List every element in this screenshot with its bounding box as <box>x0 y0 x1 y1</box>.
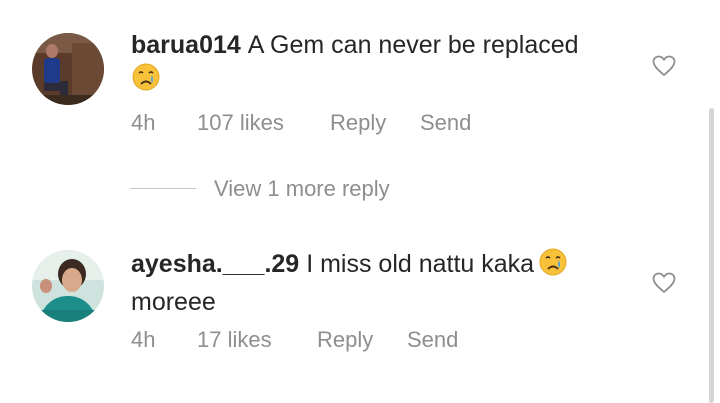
avatar[interactable] <box>32 250 104 322</box>
comment-likes[interactable]: 17 likes <box>197 327 272 353</box>
send-button[interactable]: Send <box>407 327 458 353</box>
comment-username[interactable]: barua014 <box>131 31 241 59</box>
comment-text: ayesha.___.29 I miss old nattu kaka moree… <box>131 247 631 319</box>
like-heart-icon[interactable] <box>652 55 676 77</box>
comment-time: 4h <box>131 110 156 135</box>
reply-button[interactable]: Reply <box>317 327 373 353</box>
divider-line <box>130 188 196 189</box>
like-heart-icon[interactable] <box>652 272 676 294</box>
crying-face-emoji-icon <box>131 62 161 101</box>
comment-body-continued: moreee <box>131 288 216 316</box>
scrollbar[interactable] <box>709 108 714 403</box>
reply-button[interactable]: Reply <box>330 110 386 136</box>
avatar[interactable] <box>32 33 104 105</box>
comment-body: A Gem can never be replaced <box>247 31 579 59</box>
crying-face-emoji-icon <box>538 247 568 286</box>
view-more-replies-label[interactable]: View 1 more reply <box>214 176 390 202</box>
comment-text: barua014 A Gem can never be replaced <box>131 29 631 101</box>
comment-likes[interactable]: 107 likes <box>197 110 284 136</box>
send-button[interactable]: Send <box>420 110 471 136</box>
comment-time: 4h <box>131 327 156 352</box>
comment-body: I miss old nattu kaka <box>306 250 535 278</box>
comment-username[interactable]: ayesha.___.29 <box>131 250 299 278</box>
